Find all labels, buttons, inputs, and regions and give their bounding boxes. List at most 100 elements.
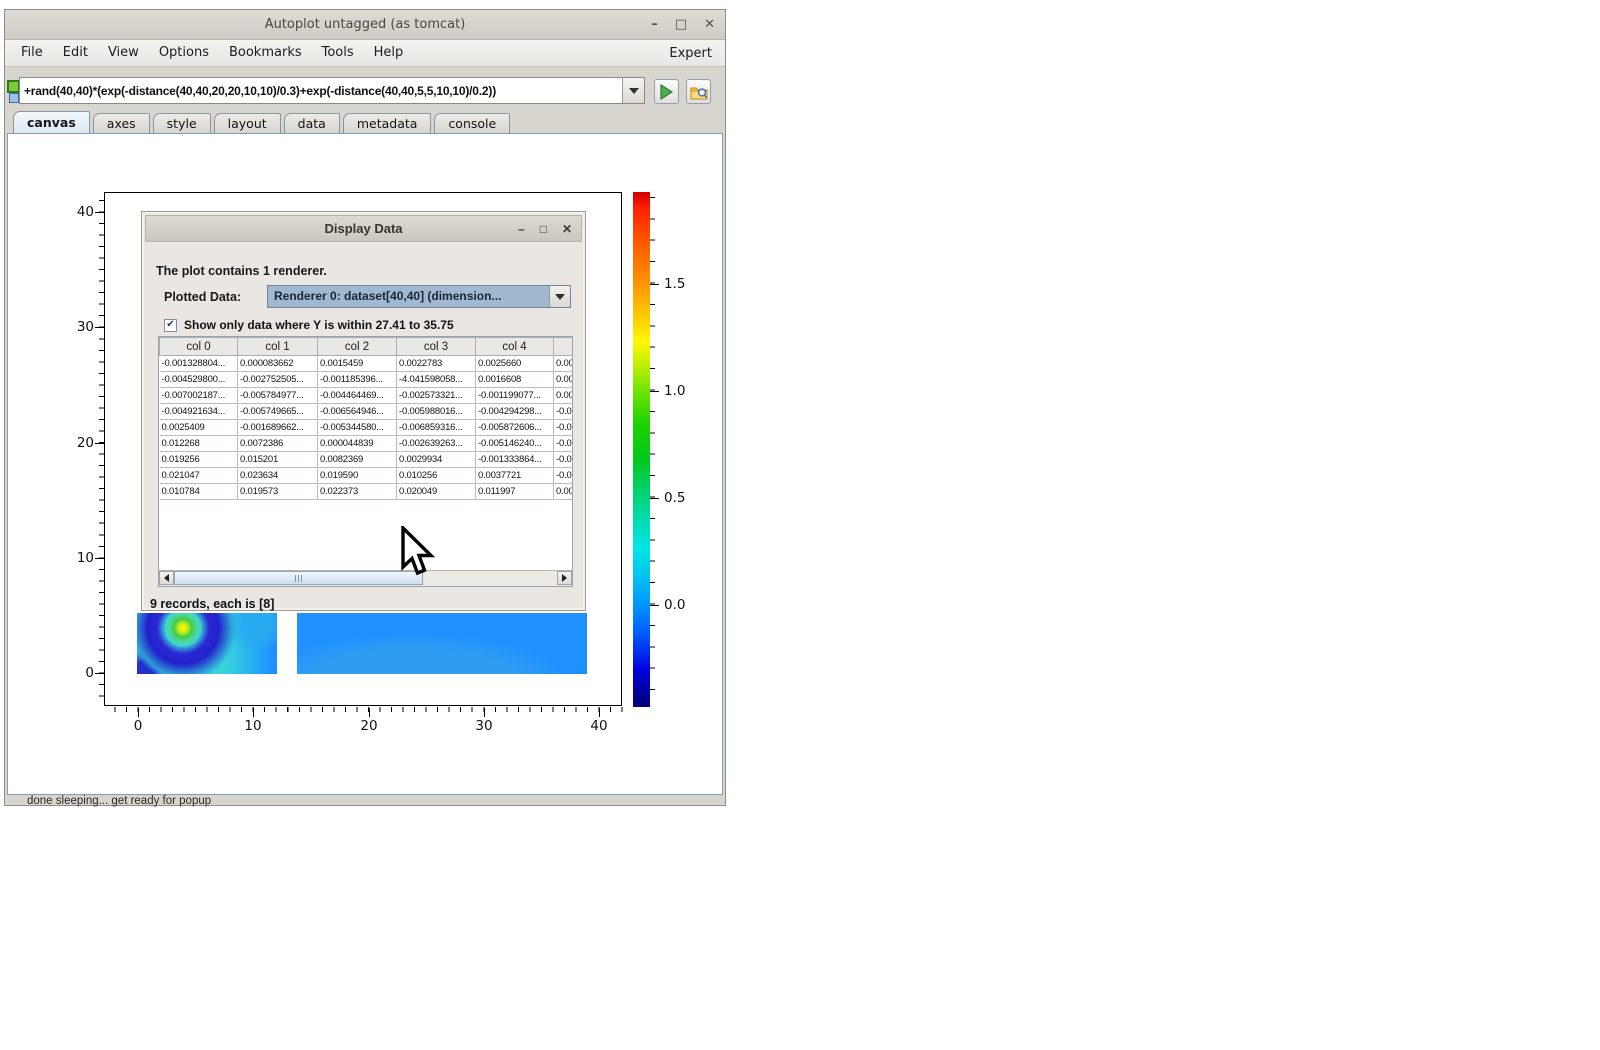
table-cell[interactable]: -0.002752505... xyxy=(238,372,318,388)
menu-item-help[interactable]: Help xyxy=(364,40,414,66)
table-cell[interactable]: -0.0 xyxy=(554,468,574,484)
table-cell[interactable]: 0.015201 xyxy=(238,452,318,468)
table-cell[interactable]: -0.004464469... xyxy=(318,388,397,404)
scroll-left-button[interactable] xyxy=(159,571,174,585)
table-cell[interactable]: 0.011997 xyxy=(476,484,554,500)
filter-checkbox[interactable]: ✔ xyxy=(164,319,177,332)
renderer-combobox[interactable]: Renderer 0: dataset[40,40] (dimension... xyxy=(267,285,571,308)
table-cell[interactable]: 0.0022783 xyxy=(397,356,476,372)
tab-style[interactable]: style xyxy=(153,113,211,133)
table-cell[interactable]: -0.0 xyxy=(554,436,574,452)
menu-item-file[interactable]: File xyxy=(11,40,53,66)
menu-item-edit[interactable]: Edit xyxy=(53,40,98,66)
plot-canvas[interactable]: 403020100 010203040 1.51.00.50.0 Display… xyxy=(7,133,723,795)
table-cell[interactable]: 0.0082369 xyxy=(318,452,397,468)
scrollbar-thumb[interactable] xyxy=(174,571,423,585)
table-cell[interactable]: 0.000083662 xyxy=(238,356,318,372)
table-cell[interactable]: 0.012268 xyxy=(160,436,238,452)
table-cell[interactable]: 0.000044839 xyxy=(318,436,397,452)
table-cell[interactable]: -0.004921634... xyxy=(160,404,238,420)
table-cell[interactable]: 0.019256 xyxy=(160,452,238,468)
tab-metadata[interactable]: metadata xyxy=(343,113,432,133)
table-cell[interactable]: -0.006564946... xyxy=(318,404,397,420)
table-cell[interactable]: -0.001185396... xyxy=(318,372,397,388)
uri-dropdown-button[interactable] xyxy=(622,78,644,103)
table-cell[interactable]: -0.0 xyxy=(554,404,574,420)
filter-checkbox-label: Show only data where Y is within 27.41 t… xyxy=(184,318,454,332)
menu-item-options[interactable]: Options xyxy=(149,40,219,66)
table-cell[interactable]: -4.041598058... xyxy=(397,372,476,388)
column-header-5[interactable] xyxy=(554,338,574,356)
dialog-minimize-icon[interactable]: – xyxy=(518,222,525,236)
table-cell[interactable]: 0.00 xyxy=(554,388,574,404)
tab-layout[interactable]: layout xyxy=(214,113,281,133)
window-titlebar[interactable]: Autoplot untagged (as tomcat) – □ ✕ xyxy=(5,10,725,40)
table-cell[interactable]: 0.00 xyxy=(554,372,574,388)
table-cell[interactable]: 0.022373 xyxy=(318,484,397,500)
table-cell[interactable]: -0.005749665... xyxy=(238,404,318,420)
table-cell[interactable]: 0.00 xyxy=(554,356,574,372)
table-cell[interactable]: 0.0072386 xyxy=(238,436,318,452)
table-cell[interactable]: 0.019573 xyxy=(238,484,318,500)
table-cell[interactable]: 0.0025409 xyxy=(160,420,238,436)
column-header-col-1[interactable]: col 1 xyxy=(238,338,318,356)
scroll-right-button[interactable] xyxy=(557,571,572,585)
inspect-uri-button[interactable] xyxy=(686,79,711,104)
tab-canvas[interactable]: canvas xyxy=(13,111,90,133)
table-cell[interactable]: 0.0037721 xyxy=(476,468,554,484)
dialog-maximize-icon[interactable]: □ xyxy=(540,222,547,236)
table-cell[interactable]: -0.005988016... xyxy=(397,404,476,420)
minimize-icon[interactable]: – xyxy=(651,18,658,31)
table-cell[interactable]: -0.004529800... xyxy=(160,372,238,388)
table-cell[interactable]: -0.001689662... xyxy=(238,420,318,436)
table-cell[interactable]: -0.002639263... xyxy=(397,436,476,452)
table-cell[interactable]: 0.0015459 xyxy=(318,356,397,372)
table-cell[interactable]: 0.010256 xyxy=(397,468,476,484)
tab-console[interactable]: console xyxy=(434,113,510,133)
column-header-col-0[interactable]: col 0 xyxy=(160,338,238,356)
table-cell[interactable]: 0.0016608 xyxy=(476,372,554,388)
table-cell[interactable]: 0.023634 xyxy=(238,468,318,484)
table-cell[interactable]: -0.005872606... xyxy=(476,420,554,436)
table-cell[interactable]: -0.004294298... xyxy=(476,404,554,420)
renderer-combobox-arrow-button[interactable] xyxy=(549,286,570,307)
table-cell[interactable]: -0.0 xyxy=(554,420,574,436)
tab-axes[interactable]: axes xyxy=(93,113,150,133)
table-cell[interactable]: 0.0025660 xyxy=(476,356,554,372)
scrollbar-track[interactable] xyxy=(174,571,557,586)
close-icon[interactable]: ✕ xyxy=(704,18,715,31)
column-header-col-3[interactable]: col 3 xyxy=(397,338,476,356)
table-cell[interactable]: -0.005146240... xyxy=(476,436,554,452)
dialog-close-icon[interactable]: ✕ xyxy=(562,222,572,236)
table-cell[interactable]: 0.020049 xyxy=(397,484,476,500)
table-cell[interactable]: -0.0 xyxy=(554,452,574,468)
table-cell[interactable]: 0.0029934 xyxy=(397,452,476,468)
chevron-down-icon xyxy=(629,88,639,94)
table-cell[interactable]: -0.001199077... xyxy=(476,388,554,404)
maximize-icon[interactable]: □ xyxy=(675,18,687,31)
tab-data[interactable]: data xyxy=(284,113,340,133)
menu-item-bookmarks[interactable]: Bookmarks xyxy=(219,40,312,66)
table-cell[interactable]: 0.021047 xyxy=(160,468,238,484)
colorbar[interactable] xyxy=(633,192,650,707)
x-tick-label-0: 0 xyxy=(118,718,158,734)
column-header-col-2[interactable]: col 2 xyxy=(318,338,397,356)
table-cell[interactable]: -0.005784977... xyxy=(238,388,318,404)
menu-item-tools[interactable]: Tools xyxy=(312,40,364,66)
table-cell[interactable]: -0.001328804... xyxy=(160,356,238,372)
dialog-titlebar[interactable]: Display Data – □ ✕ xyxy=(145,215,582,242)
thumb-grip xyxy=(298,575,299,582)
menu-item-view[interactable]: View xyxy=(98,40,149,66)
expert-menu[interactable]: Expert xyxy=(669,46,725,61)
table-cell[interactable]: -0.005344580... xyxy=(318,420,397,436)
table-cell[interactable]: -0.007002187... xyxy=(160,388,238,404)
plot-go-button[interactable] xyxy=(654,79,679,104)
table-cell[interactable]: 0.019590 xyxy=(318,468,397,484)
table-cell[interactable]: -0.006859316... xyxy=(397,420,476,436)
column-header-col-4[interactable]: col 4 xyxy=(476,338,554,356)
table-cell[interactable]: -0.002573321... xyxy=(397,388,476,404)
uri-input[interactable] xyxy=(20,78,622,103)
table-cell[interactable]: -0.001333864... xyxy=(476,452,554,468)
table-cell[interactable]: 0.00 xyxy=(554,484,574,500)
table-cell[interactable]: 0.010784 xyxy=(160,484,238,500)
